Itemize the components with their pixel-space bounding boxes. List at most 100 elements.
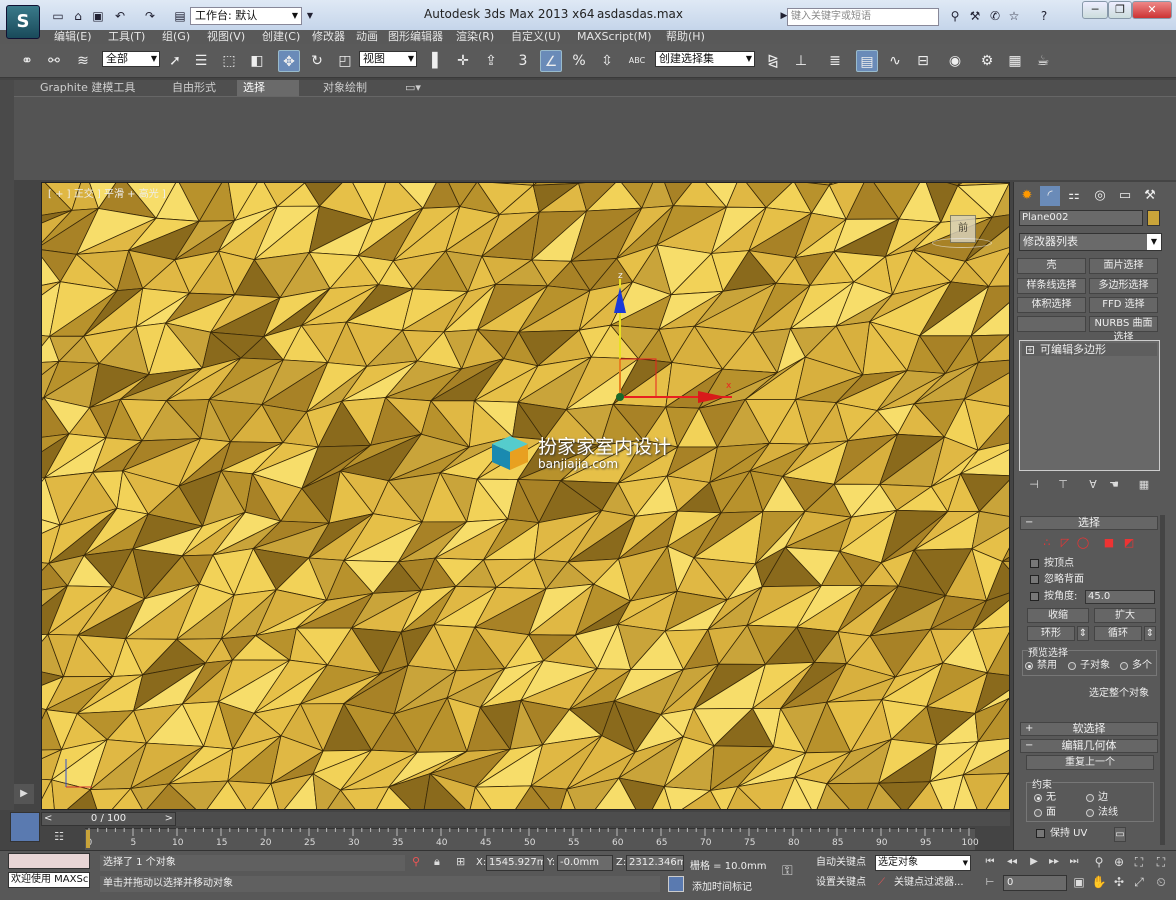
mirror-icon[interactable]: ⧎: [762, 50, 784, 72]
constraint-normal-radio[interactable]: 法线: [1086, 807, 1118, 819]
render-setup-icon[interactable]: ⚙: [976, 50, 998, 72]
help-button[interactable]: ?: [1036, 8, 1052, 24]
play-icon[interactable]: ▶: [1026, 855, 1042, 869]
utilities-tab-icon[interactable]: ⚒: [1140, 186, 1160, 206]
manipulate-icon[interactable]: ✛: [452, 50, 474, 72]
menu-create[interactable]: 创建(C): [262, 30, 300, 44]
angle-snap-icon[interactable]: ∠: [540, 50, 562, 72]
object-name-field[interactable]: Plane002: [1019, 210, 1143, 226]
preserve-uv-settings-icon[interactable]: ▭: [1114, 827, 1126, 842]
add-time-tag[interactable]: 添加时间标记: [692, 878, 752, 893]
keyboard-shortcut-icon[interactable]: ⇪: [480, 50, 502, 72]
time-slider[interactable]: < 0 / 100 >: [41, 812, 176, 826]
nurbs-select-button[interactable]: NURBS 曲面选择: [1089, 316, 1158, 343]
angle-spinner[interactable]: 45.0: [1085, 590, 1155, 604]
menu-edit[interactable]: 编辑(E): [54, 30, 92, 44]
make-unique-icon[interactable]: ∀: [1085, 478, 1101, 492]
display-tab-icon[interactable]: ▭: [1115, 186, 1135, 206]
time-slider-track[interactable]: [41, 812, 1010, 826]
repeat-last-button[interactable]: 重复上一个: [1026, 755, 1154, 770]
constraint-none-radio[interactable]: 无: [1034, 792, 1056, 804]
menu-tools[interactable]: 工具(T): [108, 30, 145, 44]
modifier-stack[interactable]: + 可编辑多边形: [1019, 340, 1160, 471]
selection-filter-dropdown[interactable]: 全部 ▼: [102, 51, 160, 67]
menu-rendering[interactable]: 渲染(R): [456, 30, 494, 44]
field-of-view-icon[interactable]: ▣: [1070, 874, 1088, 890]
binoculars-icon[interactable]: ⚲: [947, 8, 963, 24]
selection-rollout-header[interactable]: − 选择: [1020, 516, 1158, 530]
set-key-icon[interactable]: ⚿: [782, 863, 793, 879]
preview-off-radio[interactable]: 禁用: [1025, 660, 1057, 672]
curve-editor-icon[interactable]: ∿: [884, 50, 906, 72]
select-object-icon[interactable]: ➚: [164, 50, 186, 72]
subscription-icon[interactable]: ⚒: [967, 8, 983, 24]
minimize-button[interactable]: ─: [1082, 1, 1108, 19]
graphite-toggle-icon[interactable]: ▤: [856, 50, 878, 72]
align-icon[interactable]: ⊥: [790, 50, 812, 72]
transform-gizmo[interactable]: [42, 183, 1010, 810]
app-logo-button[interactable]: S: [6, 5, 40, 39]
show-end-result-icon[interactable]: ⊤: [1055, 478, 1071, 492]
bind-space-warp-icon[interactable]: ≋: [72, 50, 94, 72]
maxscript-listener[interactable]: [8, 853, 90, 869]
rendered-frame-icon[interactable]: ▦: [1004, 50, 1026, 72]
zoom-extents-icon[interactable]: ⛶: [1130, 854, 1148, 870]
object-color-swatch[interactable]: [1147, 210, 1160, 226]
new-file-icon[interactable]: ▭: [50, 8, 66, 24]
preview-subobject-radio[interactable]: 子对象: [1068, 660, 1110, 672]
x-arrow-icon[interactable]: [698, 391, 726, 403]
menu-help[interactable]: 帮助(H): [666, 30, 705, 44]
menu-animation[interactable]: 动画: [356, 30, 378, 44]
tab-object-paint[interactable]: 对象绘制: [317, 80, 373, 96]
search-input[interactable]: 键入关键字或短语: [787, 8, 939, 26]
absolute-mode-icon[interactable]: ⊞: [456, 855, 465, 868]
prev-frame-icon[interactable]: <: [44, 813, 52, 825]
key-mode-toggle-icon[interactable]: ⊢: [982, 876, 998, 890]
project-folder-icon[interactable]: ▤: [172, 8, 188, 24]
go-to-end-icon[interactable]: ⏭: [1066, 855, 1082, 869]
ignore-backfacing-checkbox[interactable]: 忽略背面: [1030, 573, 1084, 587]
y-coord-field[interactable]: -0.0mm: [557, 855, 613, 871]
hierarchy-tab-icon[interactable]: ⚏: [1064, 186, 1084, 206]
border-mode-icon[interactable]: ◯: [1076, 537, 1090, 549]
element-mode-icon[interactable]: ◩: [1122, 537, 1136, 549]
filter-icon[interactable]: ☷: [50, 830, 68, 846]
loop-button[interactable]: 循环: [1094, 626, 1142, 641]
z-coord-field[interactable]: 2312.346m: [626, 855, 684, 871]
shell-button[interactable]: 壳: [1017, 258, 1086, 274]
grow-button[interactable]: 扩大: [1094, 608, 1156, 623]
key-filters-button[interactable]: ⟋ 关键点过滤器...: [878, 876, 964, 890]
tab-freeform[interactable]: 自由形式: [166, 80, 222, 96]
time-tag-icon[interactable]: [668, 876, 684, 892]
rect-selection-icon[interactable]: ⬚: [218, 50, 240, 72]
key-mode-dropdown[interactable]: 选定对象 ▼: [875, 855, 971, 871]
snap-toggle-icon[interactable]: 3: [512, 50, 534, 72]
zoom-all-icon[interactable]: ⊕: [1110, 854, 1128, 870]
percent-snap-icon[interactable]: %: [568, 50, 590, 72]
pivot-center-icon[interactable]: ▐: [421, 50, 443, 72]
create-tab-icon[interactable]: ✹: [1017, 186, 1037, 206]
viewport-label[interactable]: [ + ] 正交 ] 平滑 + 高光 ]: [48, 185, 166, 200]
select-whole-object-label[interactable]: 选定整个对象: [1089, 684, 1149, 699]
z-arrow-icon[interactable]: [614, 287, 626, 313]
ffd-select-button[interactable]: FFD 选择: [1089, 297, 1158, 313]
maximize-viewport-icon[interactable]: ⤢: [1130, 874, 1148, 890]
edge-mode-icon[interactable]: ◸: [1058, 537, 1072, 549]
prev-key-icon[interactable]: ◂◂: [1004, 855, 1020, 869]
patch-select-button[interactable]: 面片选择: [1089, 258, 1158, 274]
pin-stack-icon[interactable]: ⊣: [1026, 478, 1042, 492]
constraint-edge-radio[interactable]: 边: [1086, 792, 1108, 804]
orbit-icon[interactable]: ✣: [1110, 874, 1128, 890]
x-coord-field[interactable]: 1545.927m: [486, 855, 544, 871]
soft-selection-rollout-header[interactable]: + 软选择: [1020, 722, 1158, 736]
lock-selection-icon[interactable]: 🔒︎: [434, 855, 440, 869]
reference-coord-dropdown[interactable]: 视图 ▼: [359, 51, 417, 67]
ribbon-options-icon[interactable]: ▭▾: [399, 80, 427, 96]
go-to-start-icon[interactable]: ⏮: [982, 855, 998, 869]
spinner-snap-icon[interactable]: ⇳: [596, 50, 618, 72]
select-and-scale-icon[interactable]: ◰: [334, 50, 356, 72]
menu-customize[interactable]: 自定义(U): [511, 30, 561, 44]
menu-group[interactable]: 组(G): [162, 30, 190, 44]
named-selection-dropdown[interactable]: 创建选择集 ▼: [655, 51, 755, 67]
undo-icon[interactable]: ↶: [112, 8, 128, 24]
